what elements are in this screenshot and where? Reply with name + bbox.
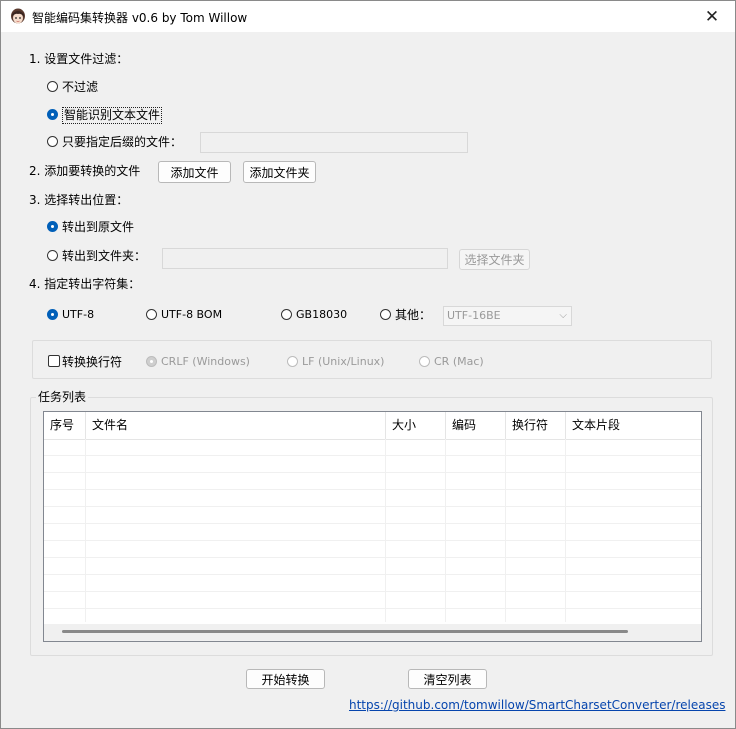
charset-gb18030-radio[interactable]: [281, 309, 292, 320]
charset-other-label: 其他：: [395, 308, 432, 322]
filter-none-radio[interactable]: [47, 81, 58, 92]
clear-list-button[interactable]: 清空列表: [408, 669, 487, 689]
other-charset-select[interactable]: UTF-16BE ⌵: [443, 306, 572, 326]
suffix-input[interactable]: [200, 132, 468, 153]
add-folder-button[interactable]: 添加文件夹: [243, 161, 316, 183]
task-table[interactable]: 序号 文件名 大小 编码 换行符 文本片段: [43, 411, 702, 642]
newline-cr-label: CR (Mac): [434, 355, 484, 368]
other-charset-value: UTF-16BE: [447, 309, 501, 322]
start-convert-button[interactable]: 开始转换: [246, 669, 325, 689]
table-row: [44, 558, 701, 575]
column-header-encoding[interactable]: 编码: [446, 412, 506, 439]
app-avatar-icon: [11, 8, 25, 24]
choose-folder-button[interactable]: 选择文件夹: [459, 249, 530, 270]
title-bar: 智能编码集转换器 v0.6 by Tom Willow ✕: [1, 1, 735, 32]
grid-line: [505, 439, 506, 622]
filter-heading: 1. 设置文件过滤：: [29, 52, 129, 66]
charset-utf8bom-radio[interactable]: [146, 309, 157, 320]
filter-suffix-radio[interactable]: [47, 136, 58, 147]
filter-suffix-label: 只要指定后缀的文件：: [62, 135, 183, 149]
chevron-down-icon: ⌵: [559, 310, 567, 321]
convert-newline-label: 转换换行符: [62, 355, 123, 369]
column-header-size[interactable]: 大小: [386, 412, 446, 439]
add-heading: 2. 添加要转换的文件: [29, 164, 141, 178]
table-row: [44, 473, 701, 490]
output-original-label: 转出到原文件: [62, 220, 135, 234]
filter-none-label: 不过滤: [62, 80, 99, 94]
table-row: [44, 507, 701, 524]
table-row: [44, 456, 701, 473]
scrollbar-thumb[interactable]: [62, 630, 628, 633]
newline-cr-radio[interactable]: [419, 356, 430, 367]
newline-crlf-label: CRLF (Windows): [161, 355, 250, 368]
output-folder-input[interactable]: [162, 248, 448, 269]
filter-smart-radio[interactable]: [47, 109, 58, 120]
grid-line: [565, 439, 566, 622]
grid-line: [85, 439, 86, 622]
charset-other-radio[interactable]: [380, 309, 391, 320]
main-window: 智能编码集转换器 v0.6 by Tom Willow ✕ 1. 设置文件过滤：…: [0, 0, 736, 729]
column-header-newline[interactable]: 换行符: [506, 412, 566, 439]
output-original-radio[interactable]: [47, 221, 58, 232]
newline-lf-radio[interactable]: [287, 356, 298, 367]
filter-smart-label: 智能识别文本文件: [62, 107, 163, 124]
table-row: [44, 524, 701, 541]
table-row: [44, 439, 701, 456]
charset-utf8-label: UTF-8: [62, 308, 95, 321]
close-button[interactable]: ✕: [689, 1, 735, 32]
horizontal-scrollbar[interactable]: [44, 624, 701, 641]
task-table-header: 序号 文件名 大小 编码 换行符 文本片段: [44, 412, 701, 440]
table-row: [44, 592, 701, 609]
charset-utf8-radio[interactable]: [47, 309, 58, 320]
column-header-filename[interactable]: 文件名: [86, 412, 386, 439]
grid-line: [445, 439, 446, 622]
column-header-snippet[interactable]: 文本片段: [566, 412, 701, 439]
window-title: 智能编码集转换器 v0.6 by Tom Willow: [32, 11, 248, 25]
grid-line: [385, 439, 386, 622]
charset-heading: 4. 指定转出字符集：: [29, 277, 141, 291]
table-row: [44, 575, 701, 592]
close-icon: ✕: [704, 6, 720, 27]
output-heading: 3. 选择转出位置：: [29, 193, 129, 207]
newline-lf-label: LF (Unix/Linux): [302, 355, 385, 368]
newline-crlf-radio[interactable]: [146, 356, 157, 367]
releases-link[interactable]: https://github.com/tomwillow/SmartCharse…: [349, 698, 725, 712]
column-header-index[interactable]: 序号: [44, 412, 86, 439]
output-folder-label: 转出到文件夹：: [62, 249, 147, 263]
convert-newline-checkbox[interactable]: [48, 355, 60, 367]
task-list-heading: 任务列表: [36, 389, 89, 405]
output-folder-radio[interactable]: [47, 250, 58, 261]
add-files-button[interactable]: 添加文件: [158, 161, 231, 183]
table-row: [44, 490, 701, 507]
table-row: [44, 541, 701, 558]
charset-gb18030-label: GB18030: [296, 308, 348, 321]
charset-utf8bom-label: UTF-8 BOM: [161, 308, 223, 321]
